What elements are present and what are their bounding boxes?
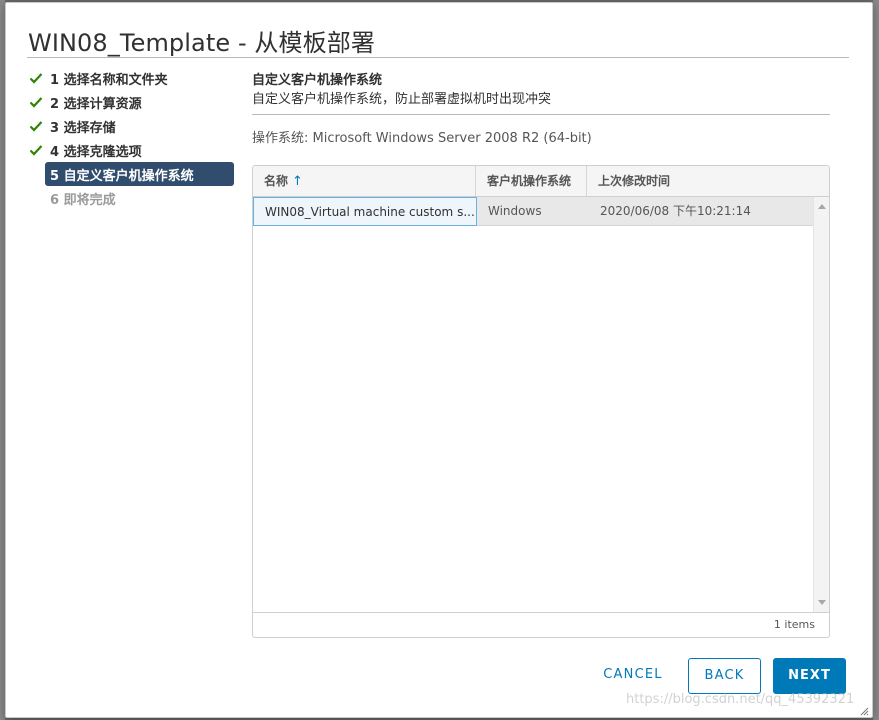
check-icon xyxy=(29,72,50,84)
check-icon xyxy=(29,120,50,132)
step-content: 自定义客户机操作系统 自定义客户机操作系统，防止部署虚拟机时出现冲突 操作系统:… xyxy=(252,66,830,148)
watermark: https://blog.csdn.net/qq_45392321 xyxy=(626,692,855,707)
step-select-compute-resource[interactable]: 2 选择计算资源 xyxy=(29,90,237,114)
check-icon xyxy=(29,144,50,156)
step-select-storage[interactable]: 3 选择存储 xyxy=(29,114,237,138)
column-header-label: 名称 xyxy=(264,174,289,188)
step-ready-to-complete: 6 即将完成 xyxy=(29,186,237,210)
resize-handle-icon[interactable] xyxy=(859,706,869,716)
cell-guest-os: Windows xyxy=(488,204,542,218)
grid-footer-count: 1 items xyxy=(253,612,829,637)
step-select-name-folder[interactable]: 1 选择名称和文件夹 xyxy=(29,66,237,90)
table-row[interactable]: WIN08_Virtual machine custom s... Window… xyxy=(253,197,813,226)
cell-modified: 2020/06/08 下午10:21:14 xyxy=(600,204,751,218)
step-label: 5 自定义客户机操作系统 xyxy=(50,168,194,184)
section-heading: 自定义客户机操作系统 xyxy=(252,73,383,88)
step-label: 4 选择克隆选项 xyxy=(50,144,142,160)
grid-body: WIN08_Virtual machine custom s... Window… xyxy=(253,197,813,612)
step-label: 3 选择存储 xyxy=(50,120,116,136)
column-header-modified[interactable]: 上次修改时间 xyxy=(587,166,829,196)
step-label: 6 即将完成 xyxy=(50,192,116,208)
cell-name[interactable]: WIN08_Virtual machine custom s... xyxy=(253,197,477,226)
section-description: 自定义客户机操作系统，防止部署虚拟机时出现冲突 xyxy=(252,92,552,107)
column-header-guest-os[interactable]: 客户机操作系统 xyxy=(476,166,587,196)
column-header-name[interactable]: 名称 ↑ xyxy=(253,166,476,196)
step-label: 2 选择计算资源 xyxy=(50,96,142,112)
step-select-clone-options[interactable]: 4 选择克隆选项 xyxy=(29,138,237,162)
scroll-up-icon[interactable] xyxy=(818,204,826,209)
column-header-label: 上次修改时间 xyxy=(598,174,671,188)
wizard-steps: 1 选择名称和文件夹 2 选择计算资源 3 选择存储 4 选择克隆选项 5 自定… xyxy=(29,66,237,210)
next-button[interactable]: NEXT xyxy=(773,658,846,694)
check-icon xyxy=(29,96,50,108)
step-customize-guest-os[interactable]: 5 自定义客户机操作系统 xyxy=(45,162,234,186)
column-header-label: 客户机操作系统 xyxy=(487,174,572,188)
grid-header: 名称 ↑ 客户机操作系统 上次修改时间 xyxy=(253,166,829,197)
back-button[interactable]: BACK xyxy=(688,658,761,694)
os-label: 操作系统: Microsoft Windows Server 2008 R2 (… xyxy=(252,131,592,146)
scroll-down-icon[interactable] xyxy=(818,600,826,605)
customization-spec-grid: 名称 ↑ 客户机操作系统 上次修改时间 WIN08_Virtual machine… xyxy=(252,165,830,638)
background-page-right xyxy=(873,0,879,720)
grid-scrollbar[interactable] xyxy=(813,197,829,612)
title-divider xyxy=(27,57,849,58)
step-label: 1 选择名称和文件夹 xyxy=(50,72,168,88)
arrow-up-icon[interactable]: ↑ xyxy=(292,174,303,189)
cancel-button[interactable]: CANCEL xyxy=(596,658,670,694)
dialog-title: WIN08_Template - 从模板部署 xyxy=(28,29,375,57)
section-divider xyxy=(252,114,830,115)
